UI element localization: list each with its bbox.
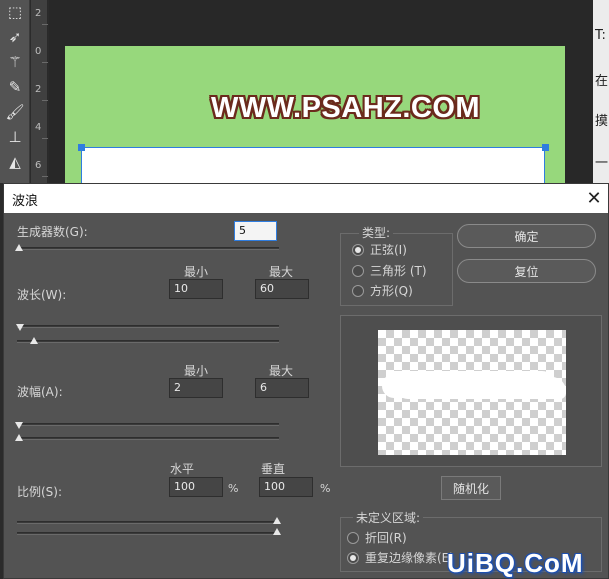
panel-text: 摸 bbox=[595, 114, 609, 129]
ruler-tick bbox=[42, 24, 48, 25]
wavelength-label: 波长(W): bbox=[17, 288, 67, 302]
ruler-number: 0 bbox=[35, 46, 42, 57]
wavelength-max-input[interactable]: 60 bbox=[255, 279, 309, 299]
eraser-icon[interactable]: ◭ bbox=[4, 152, 26, 172]
radio-selected-icon[interactable] bbox=[352, 243, 364, 256]
type-triangle-option[interactable]: 三角形 (T) bbox=[352, 262, 427, 279]
type-square-option[interactable]: 方形(Q) bbox=[352, 282, 413, 299]
percent-unit: % bbox=[228, 482, 239, 495]
scale-vertical-slider[interactable] bbox=[17, 532, 279, 535]
dialog-title: 波浪 bbox=[12, 194, 39, 209]
ruler-number: 4 bbox=[35, 122, 42, 133]
max-header: 最大 bbox=[268, 364, 293, 378]
transform-handle[interactable] bbox=[542, 144, 549, 151]
scale-horizontal-slider[interactable] bbox=[17, 521, 279, 524]
document-canvas[interactable]: WWW.PSAHZ.COM bbox=[49, 0, 593, 187]
wavelength-min-thumb[interactable] bbox=[16, 324, 24, 331]
type-legend: 类型: bbox=[359, 224, 394, 241]
amplitude-max-input[interactable]: 6 bbox=[255, 378, 309, 398]
undefined-areas-legend: 未定义区域: bbox=[353, 509, 424, 526]
reset-button[interactable]: 复位 bbox=[457, 259, 596, 283]
artboard: WWW.PSAHZ.COM bbox=[65, 46, 565, 187]
stamp-icon[interactable]: ⊥ bbox=[4, 127, 26, 147]
amplitude-label: 波幅(A): bbox=[17, 385, 63, 399]
panel-text: T: bbox=[595, 28, 606, 43]
lasso-icon[interactable]: ➶ bbox=[4, 27, 26, 47]
amplitude-min-slider[interactable] bbox=[17, 423, 279, 426]
amplitude-max-slider[interactable] bbox=[17, 437, 279, 440]
generators-slider-thumb[interactable] bbox=[15, 244, 23, 251]
randomize-button[interactable]: 随机化 bbox=[441, 476, 501, 500]
dialog-titlebar[interactable]: 波浪 ✕ bbox=[4, 184, 608, 213]
ruler-number: 2 bbox=[35, 8, 42, 19]
ruler-tick bbox=[42, 100, 48, 101]
generators-slider-track[interactable] bbox=[17, 247, 279, 250]
amplitude-min-input[interactable]: 2 bbox=[169, 378, 223, 398]
close-icon[interactable]: ✕ bbox=[582, 186, 606, 210]
horizontal-header: 水平 bbox=[169, 462, 194, 476]
type-sine-label: 正弦(I) bbox=[370, 243, 407, 257]
ok-button[interactable]: 确定 bbox=[457, 224, 596, 248]
ruler-tick bbox=[42, 138, 48, 139]
vertical-header: 垂直 bbox=[260, 462, 285, 476]
type-triangle-label: 三角形 (T) bbox=[370, 264, 427, 278]
generators-label: 生成器数(G): bbox=[17, 225, 88, 239]
max-header: 最大 bbox=[268, 265, 293, 279]
vertical-ruler: 2 0 2 4 6 bbox=[31, 0, 48, 183]
preview-image bbox=[378, 330, 566, 455]
ruler-tick bbox=[42, 176, 48, 177]
wrap-around-option[interactable]: 折回(R) bbox=[347, 529, 407, 546]
radio-selected-icon[interactable] bbox=[347, 551, 359, 564]
type-sine-option[interactable]: 正弦(I) bbox=[352, 241, 407, 258]
ruler-tick bbox=[42, 62, 48, 63]
radio-icon[interactable] bbox=[347, 531, 359, 544]
transform-handle[interactable] bbox=[78, 144, 85, 151]
panel-text: 在 bbox=[595, 74, 609, 89]
ruler-number: 2 bbox=[35, 84, 42, 95]
wavelength-min-slider[interactable] bbox=[17, 325, 279, 328]
scale-vertical-input[interactable]: 100 bbox=[259, 477, 313, 497]
site-watermark: UiBQ.CoM bbox=[447, 548, 584, 578]
amplitude-max-thumb[interactable] bbox=[15, 434, 23, 441]
scale-horizontal-thumb[interactable] bbox=[273, 517, 281, 524]
canvas-text-layer: WWW.PSAHZ.COM bbox=[211, 92, 481, 124]
wavelength-max-thumb[interactable] bbox=[30, 337, 38, 344]
brush-icon[interactable]: 🖌 bbox=[4, 102, 26, 122]
scale-vertical-thumb[interactable] bbox=[273, 528, 281, 535]
scale-label: 比例(S): bbox=[17, 485, 63, 499]
repeat-edge-pixels-label: 重复边缘像素(E) bbox=[365, 551, 454, 565]
selected-shape[interactable] bbox=[81, 147, 545, 187]
amplitude-min-thumb[interactable] bbox=[15, 422, 23, 429]
wavelength-max-slider[interactable] bbox=[17, 340, 279, 343]
eyedropper-icon[interactable]: ✎ bbox=[4, 77, 26, 97]
marquee-icon[interactable]: ⬚ bbox=[4, 2, 26, 22]
wave-dialog: 波浪 ✕ 生成器数(G): 5 最小 最大 波长(W): 10 60 最小 最大… bbox=[3, 183, 609, 579]
ruler-number: 6 bbox=[35, 160, 42, 171]
min-header: 最小 bbox=[183, 265, 208, 279]
panel-text: 一 bbox=[595, 156, 609, 171]
wavelength-min-input[interactable]: 10 bbox=[169, 279, 223, 299]
repeat-edge-pixels-option[interactable]: 重复边缘像素(E) bbox=[347, 549, 454, 566]
wrap-around-label: 折回(R) bbox=[365, 531, 407, 545]
scale-horizontal-input[interactable]: 100 bbox=[169, 477, 223, 497]
tools-panel: ⬚ ➶ ⚚ ✎ 🖌 ⊥ ◭ bbox=[0, 0, 30, 183]
percent-unit: % bbox=[320, 482, 331, 495]
magic-wand-icon[interactable]: ⚚ bbox=[4, 52, 26, 72]
wave-preview-shape bbox=[386, 374, 556, 396]
radio-icon[interactable] bbox=[352, 284, 364, 297]
preview-panel bbox=[340, 315, 602, 467]
radio-icon[interactable] bbox=[352, 264, 364, 277]
properties-panel: T: 在 摸 一 bbox=[593, 0, 609, 183]
generators-input[interactable]: 5 bbox=[234, 221, 277, 241]
type-square-label: 方形(Q) bbox=[370, 284, 413, 298]
min-header: 最小 bbox=[183, 364, 208, 378]
